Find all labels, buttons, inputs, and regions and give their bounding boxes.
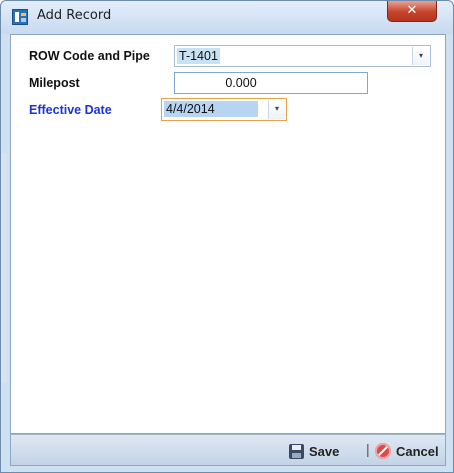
button-separator: | <box>366 441 370 457</box>
cancel-label: Cancel <box>396 443 439 459</box>
row-code-value: T-1401 <box>177 48 220 64</box>
save-label: Save <box>309 443 340 459</box>
milepost-label: Milepost <box>29 76 80 90</box>
effective-date-combobox[interactable]: 4/4/2014 ▾ <box>161 98 287 121</box>
app-icon <box>12 9 28 25</box>
chevron-down-icon[interactable]: ▾ <box>268 100 285 119</box>
effective-date-value: 4/4/2014 <box>164 101 258 117</box>
form-body: ROW Code and Pipe T-1401 ▾ Milepost 0.00… <box>10 34 446 434</box>
cancel-circle-icon <box>375 443 391 459</box>
window-title: Add Record <box>37 8 112 23</box>
row-code-combobox[interactable]: T-1401 ▾ <box>174 45 431 67</box>
effective-date-label: Effective Date <box>29 103 112 117</box>
close-icon: ✕ <box>406 3 418 18</box>
milepost-input[interactable]: 0.000 <box>174 72 368 94</box>
add-record-dialog: Add Record ✕ ROW Code and Pipe T-1401 ▾ … <box>0 0 454 473</box>
cancel-button[interactable]: Cancel <box>375 441 439 461</box>
close-button[interactable]: ✕ <box>387 1 437 22</box>
save-button[interactable]: Save <box>289 441 339 461</box>
left-edge-grip <box>1 153 7 383</box>
dialog-footer: Save | Cancel <box>10 434 446 466</box>
title-bar[interactable]: Add Record ✕ <box>1 1 453 34</box>
floppy-disk-icon <box>289 443 304 459</box>
chevron-down-icon[interactable]: ▾ <box>412 47 429 65</box>
row-code-label: ROW Code and Pipe <box>29 49 150 63</box>
milepost-value: 0.000 <box>225 76 257 90</box>
